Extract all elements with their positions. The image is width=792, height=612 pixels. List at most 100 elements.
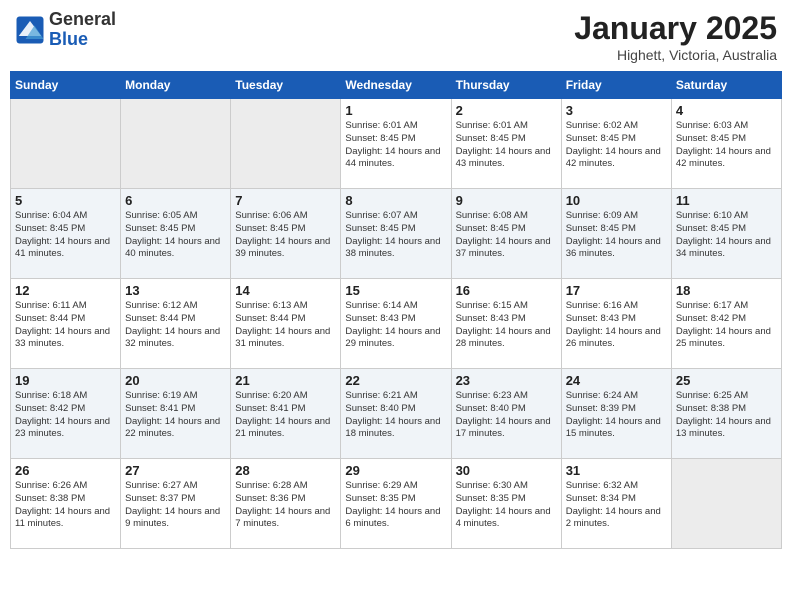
day-number: 19	[15, 373, 116, 388]
day-number: 13	[125, 283, 226, 298]
day-info: Sunrise: 6:17 AMSunset: 8:42 PMDaylight:…	[676, 300, 777, 351]
day-number: 28	[235, 463, 336, 478]
day-number: 30	[456, 463, 557, 478]
day-number: 10	[566, 193, 667, 208]
day-number: 4	[676, 103, 777, 118]
calendar-day-cell: 21Sunrise: 6:20 AMSunset: 8:41 PMDayligh…	[231, 369, 341, 459]
day-info: Sunrise: 6:27 AMSunset: 8:37 PMDaylight:…	[125, 480, 226, 531]
calendar-day-cell: 20Sunrise: 6:19 AMSunset: 8:41 PMDayligh…	[121, 369, 231, 459]
calendar-day-cell	[121, 99, 231, 189]
calendar-day-cell: 28 Sunrise: 6:28 AMSunset: 8:36 PMDayligh…	[231, 459, 341, 549]
calendar-day-cell: 10 Sunrise: 6:09 AMSunset: 8:45 PMDayligh…	[561, 189, 671, 279]
day-info: Sunrise: 6:04 AMSunset: 8:45 PMDaylight:…	[15, 210, 116, 261]
logo-general-text: General	[49, 10, 116, 30]
month-title: January 2025	[574, 10, 777, 47]
calendar-day-cell: 4 Sunrise: 6:03 AMSunset: 8:45 PMDaylight…	[671, 99, 781, 189]
day-info: Sunrise: 6:26 AMSunset: 8:38 PMDaylight:…	[15, 480, 116, 531]
calendar-day-cell: 5 Sunrise: 6:04 AMSunset: 8:45 PMDaylight…	[11, 189, 121, 279]
day-number: 17	[566, 283, 667, 298]
day-info: Sunrise: 6:15 AMSunset: 8:43 PMDaylight:…	[456, 300, 557, 351]
day-info: Sunrise: 6:30 AMSunset: 8:35 PMDaylight:…	[456, 480, 557, 531]
day-number: 16	[456, 283, 557, 298]
calendar-day-cell: 23 Sunrise: 6:23 AMSunset: 8:40 PMDayligh…	[451, 369, 561, 459]
calendar-day-cell: 19 Sunrise: 6:18 AMSunset: 8:42 PMDayligh…	[11, 369, 121, 459]
day-info: Sunrise: 6:05 AMSunset: 8:45 PMDaylight:…	[125, 210, 226, 261]
day-number: 26	[15, 463, 116, 478]
day-info: Sunrise: 6:01 AMSunset: 8:45 PMDaylight:…	[345, 120, 446, 171]
day-info: Sunrise: 6:18 AMSunset: 8:42 PMDaylight:…	[15, 390, 116, 441]
calendar-day-cell: 15Sunrise: 6:14 AMSunset: 8:43 PMDayligh…	[341, 279, 451, 369]
calendar-day-cell: 3 Sunrise: 6:02 AMSunset: 8:45 PMDaylight…	[561, 99, 671, 189]
day-number: 22	[345, 373, 446, 388]
weekday-header-sunday: Sunday	[11, 72, 121, 99]
day-number: 3	[566, 103, 667, 118]
calendar-day-cell: 22 Sunrise: 6:21 AMSunset: 8:40 PMDayligh…	[341, 369, 451, 459]
day-info: Sunrise: 6:02 AMSunset: 8:45 PMDaylight:…	[566, 120, 667, 171]
day-number: 1	[345, 103, 446, 118]
day-number: 18	[676, 283, 777, 298]
weekday-header-tuesday: Tuesday	[231, 72, 341, 99]
calendar-day-cell: 6 Sunrise: 6:05 AMSunset: 8:45 PMDaylight…	[121, 189, 231, 279]
calendar-day-cell: 2Sunrise: 6:01 AMSunset: 8:45 PMDaylight…	[451, 99, 561, 189]
day-info: Sunrise: 6:23 AMSunset: 8:40 PMDaylight:…	[456, 390, 557, 441]
logo: General Blue	[15, 10, 116, 50]
calendar-day-cell: 8 Sunrise: 6:07 AMSunset: 8:45 PMDaylight…	[341, 189, 451, 279]
day-number: 14	[235, 283, 336, 298]
weekday-header-monday: Monday	[121, 72, 231, 99]
calendar-day-cell: 31 Sunrise: 6:32 AMSunset: 8:34 PMDayligh…	[561, 459, 671, 549]
day-info: Sunrise: 6:07 AMSunset: 8:45 PMDaylight:…	[345, 210, 446, 261]
calendar-day-cell: 30 Sunrise: 6:30 AMSunset: 8:35 PMDayligh…	[451, 459, 561, 549]
day-number: 20	[125, 373, 226, 388]
calendar-day-cell: 27 Sunrise: 6:27 AMSunset: 8:37 PMDayligh…	[121, 459, 231, 549]
day-info: Sunrise: 6:28 AMSunset: 8:36 PMDaylight:…	[235, 480, 336, 531]
calendar-day-cell: 14 Sunrise: 6:13 AMSunset: 8:44 PMDayligh…	[231, 279, 341, 369]
location: Highett, Victoria, Australia	[574, 47, 777, 63]
day-info: Sunrise: 6:29 AMSunset: 8:35 PMDaylight:…	[345, 480, 446, 531]
calendar-week-row: 19 Sunrise: 6:18 AMSunset: 8:42 PMDayligh…	[11, 369, 782, 459]
calendar-week-row: 1 Sunrise: 6:01 AMSunset: 8:45 PMDaylight…	[11, 99, 782, 189]
day-info: Sunrise: 6:10 AMSunset: 8:45 PMDaylight:…	[676, 210, 777, 261]
weekday-header-row: SundayMondayTuesdayWednesdayThursdayFrid…	[11, 72, 782, 99]
day-info: Sunrise: 6:16 AMSunset: 8:43 PMDaylight:…	[566, 300, 667, 351]
day-info: Sunrise: 6:09 AMSunset: 8:45 PMDaylight:…	[566, 210, 667, 261]
day-number: 6	[125, 193, 226, 208]
day-number: 29	[345, 463, 446, 478]
day-number: 24	[566, 373, 667, 388]
day-info: Sunrise: 6:12 AMSunset: 8:44 PMDaylight:…	[125, 300, 226, 351]
day-info: Sunrise: 6:03 AMSunset: 8:45 PMDaylight:…	[676, 120, 777, 171]
day-info: Sunrise: 6:13 AMSunset: 8:44 PMDaylight:…	[235, 300, 336, 351]
calendar-week-row: 26 Sunrise: 6:26 AMSunset: 8:38 PMDayligh…	[11, 459, 782, 549]
calendar-day-cell: 1 Sunrise: 6:01 AMSunset: 8:45 PMDaylight…	[341, 99, 451, 189]
day-info: Sunrise: 6:32 AMSunset: 8:34 PMDaylight:…	[566, 480, 667, 531]
calendar-day-cell: 11 Sunrise: 6:10 AMSunset: 8:45 PMDayligh…	[671, 189, 781, 279]
calendar-week-row: 12 Sunrise: 6:11 AMSunset: 8:44 PMDayligh…	[11, 279, 782, 369]
calendar-day-cell: 24Sunrise: 6:24 AMSunset: 8:39 PMDayligh…	[561, 369, 671, 459]
logo-text: General Blue	[49, 10, 116, 50]
day-number: 27	[125, 463, 226, 478]
calendar-day-cell: 17 Sunrise: 6:16 AMSunset: 8:43 PMDayligh…	[561, 279, 671, 369]
day-number: 21	[235, 373, 336, 388]
day-number: 5	[15, 193, 116, 208]
day-number: 8	[345, 193, 446, 208]
calendar-day-cell: 13 Sunrise: 6:12 AMSunset: 8:44 PMDayligh…	[121, 279, 231, 369]
calendar-day-cell	[11, 99, 121, 189]
day-number: 23	[456, 373, 557, 388]
day-number: 11	[676, 193, 777, 208]
day-info: Sunrise: 6:08 AMSunset: 8:45 PMDaylight:…	[456, 210, 557, 261]
day-info: Sunrise: 6:21 AMSunset: 8:40 PMDaylight:…	[345, 390, 446, 441]
weekday-header-saturday: Saturday	[671, 72, 781, 99]
day-info: Sunrise: 6:11 AMSunset: 8:44 PMDaylight:…	[15, 300, 116, 351]
day-number: 15	[345, 283, 446, 298]
day-number: 25	[676, 373, 777, 388]
calendar-day-cell: 18 Sunrise: 6:17 AMSunset: 8:42 PMDayligh…	[671, 279, 781, 369]
calendar-day-cell: 29 Sunrise: 6:29 AMSunset: 8:35 PMDayligh…	[341, 459, 451, 549]
day-number: 12	[15, 283, 116, 298]
calendar-day-cell: 7Sunrise: 6:06 AMSunset: 8:45 PMDaylight…	[231, 189, 341, 279]
title-area: January 2025 Highett, Victoria, Australi…	[574, 10, 777, 63]
day-info: Sunrise: 6:06 AMSunset: 8:45 PMDaylight:…	[235, 210, 336, 261]
day-number: 31	[566, 463, 667, 478]
logo-icon	[15, 15, 45, 45]
day-info: Sunrise: 6:25 AMSunset: 8:38 PMDaylight:…	[676, 390, 777, 441]
logo-blue-text: Blue	[49, 30, 116, 50]
calendar-day-cell: 9Sunrise: 6:08 AMSunset: 8:45 PMDaylight…	[451, 189, 561, 279]
